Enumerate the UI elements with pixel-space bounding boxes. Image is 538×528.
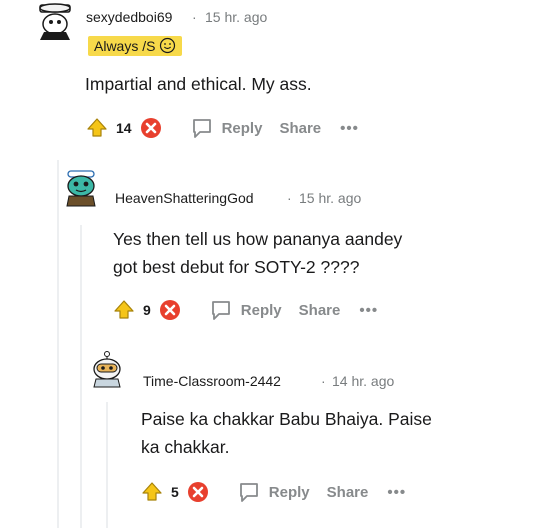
reply-button[interactable]: Reply (237, 480, 310, 504)
more-options-button[interactable]: ••• (359, 302, 378, 319)
flair-text: Always /S (94, 37, 156, 54)
comment-body-line: Paise ka chakkar Babu Bhaiya. Paise (141, 409, 432, 429)
username[interactable]: HeavenShatteringGod (115, 190, 254, 206)
timestamp[interactable]: 15 hr. ago (205, 9, 267, 25)
reply-icon (211, 301, 230, 320)
thread-line[interactable] (57, 160, 59, 528)
vote-score: 9 (143, 302, 151, 318)
separator: · (287, 190, 292, 206)
vote-score: 14 (116, 120, 132, 136)
comment-body-line: ka chakkar. (141, 437, 230, 457)
downvote-icon[interactable] (187, 481, 209, 503)
comment-body-line: Impartial and ethical. My ass. (85, 74, 312, 94)
reply-button[interactable]: Reply (209, 298, 282, 322)
upvote-icon[interactable] (141, 481, 163, 503)
downvote-icon[interactable] (140, 117, 162, 139)
downvote-icon[interactable] (159, 299, 181, 321)
user-avatar-icon[interactable] (62, 169, 100, 207)
thread-line[interactable] (106, 402, 108, 528)
smiley-icon (160, 37, 176, 54)
comment-body-line: Yes then tell us how pananya aandey (113, 229, 403, 249)
comment-actions: 14 Reply Share ••• (86, 114, 359, 142)
timestamp[interactable]: 15 hr. ago (299, 190, 361, 206)
reply-icon (192, 119, 211, 138)
comment-actions: 9 Reply Share ••• (113, 296, 378, 324)
reply-button[interactable]: Reply (190, 116, 263, 140)
separator: · (192, 9, 197, 25)
user-avatar-icon[interactable] (36, 2, 74, 40)
share-button[interactable]: Share (279, 120, 321, 137)
comment-body: Impartial and ethical. My ass. (85, 70, 312, 98)
comment-actions: 5 Reply Share ••• (141, 478, 406, 506)
timestamp[interactable]: 14 hr. ago (332, 373, 394, 389)
thread-line[interactable] (80, 225, 82, 528)
reply-label: Reply (221, 119, 263, 137)
reply-icon (239, 483, 258, 502)
more-options-button[interactable]: ••• (387, 484, 406, 501)
user-avatar-icon[interactable] (88, 350, 126, 388)
user-flair: Always /S (88, 36, 183, 56)
share-button[interactable]: Share (299, 302, 341, 319)
comment-body: Paise ka chakkar Babu Bhaiya. Paise ka c… (141, 405, 432, 461)
more-options-button[interactable]: ••• (340, 120, 359, 137)
reply-label: Reply (268, 483, 310, 501)
username[interactable]: sexydedboi69 (86, 9, 172, 25)
vote-score: 5 (171, 484, 179, 500)
share-button[interactable]: Share (327, 484, 369, 501)
separator: · (321, 373, 326, 389)
upvote-icon[interactable] (113, 299, 135, 321)
reply-label: Reply (240, 301, 282, 319)
username[interactable]: Time-Classroom-2442 (143, 373, 281, 389)
upvote-icon[interactable] (86, 117, 108, 139)
comment-body-line: got best debut for SOTY-2 ???? (113, 257, 360, 277)
comment-body: Yes then tell us how pananya aandey got … (113, 225, 402, 281)
